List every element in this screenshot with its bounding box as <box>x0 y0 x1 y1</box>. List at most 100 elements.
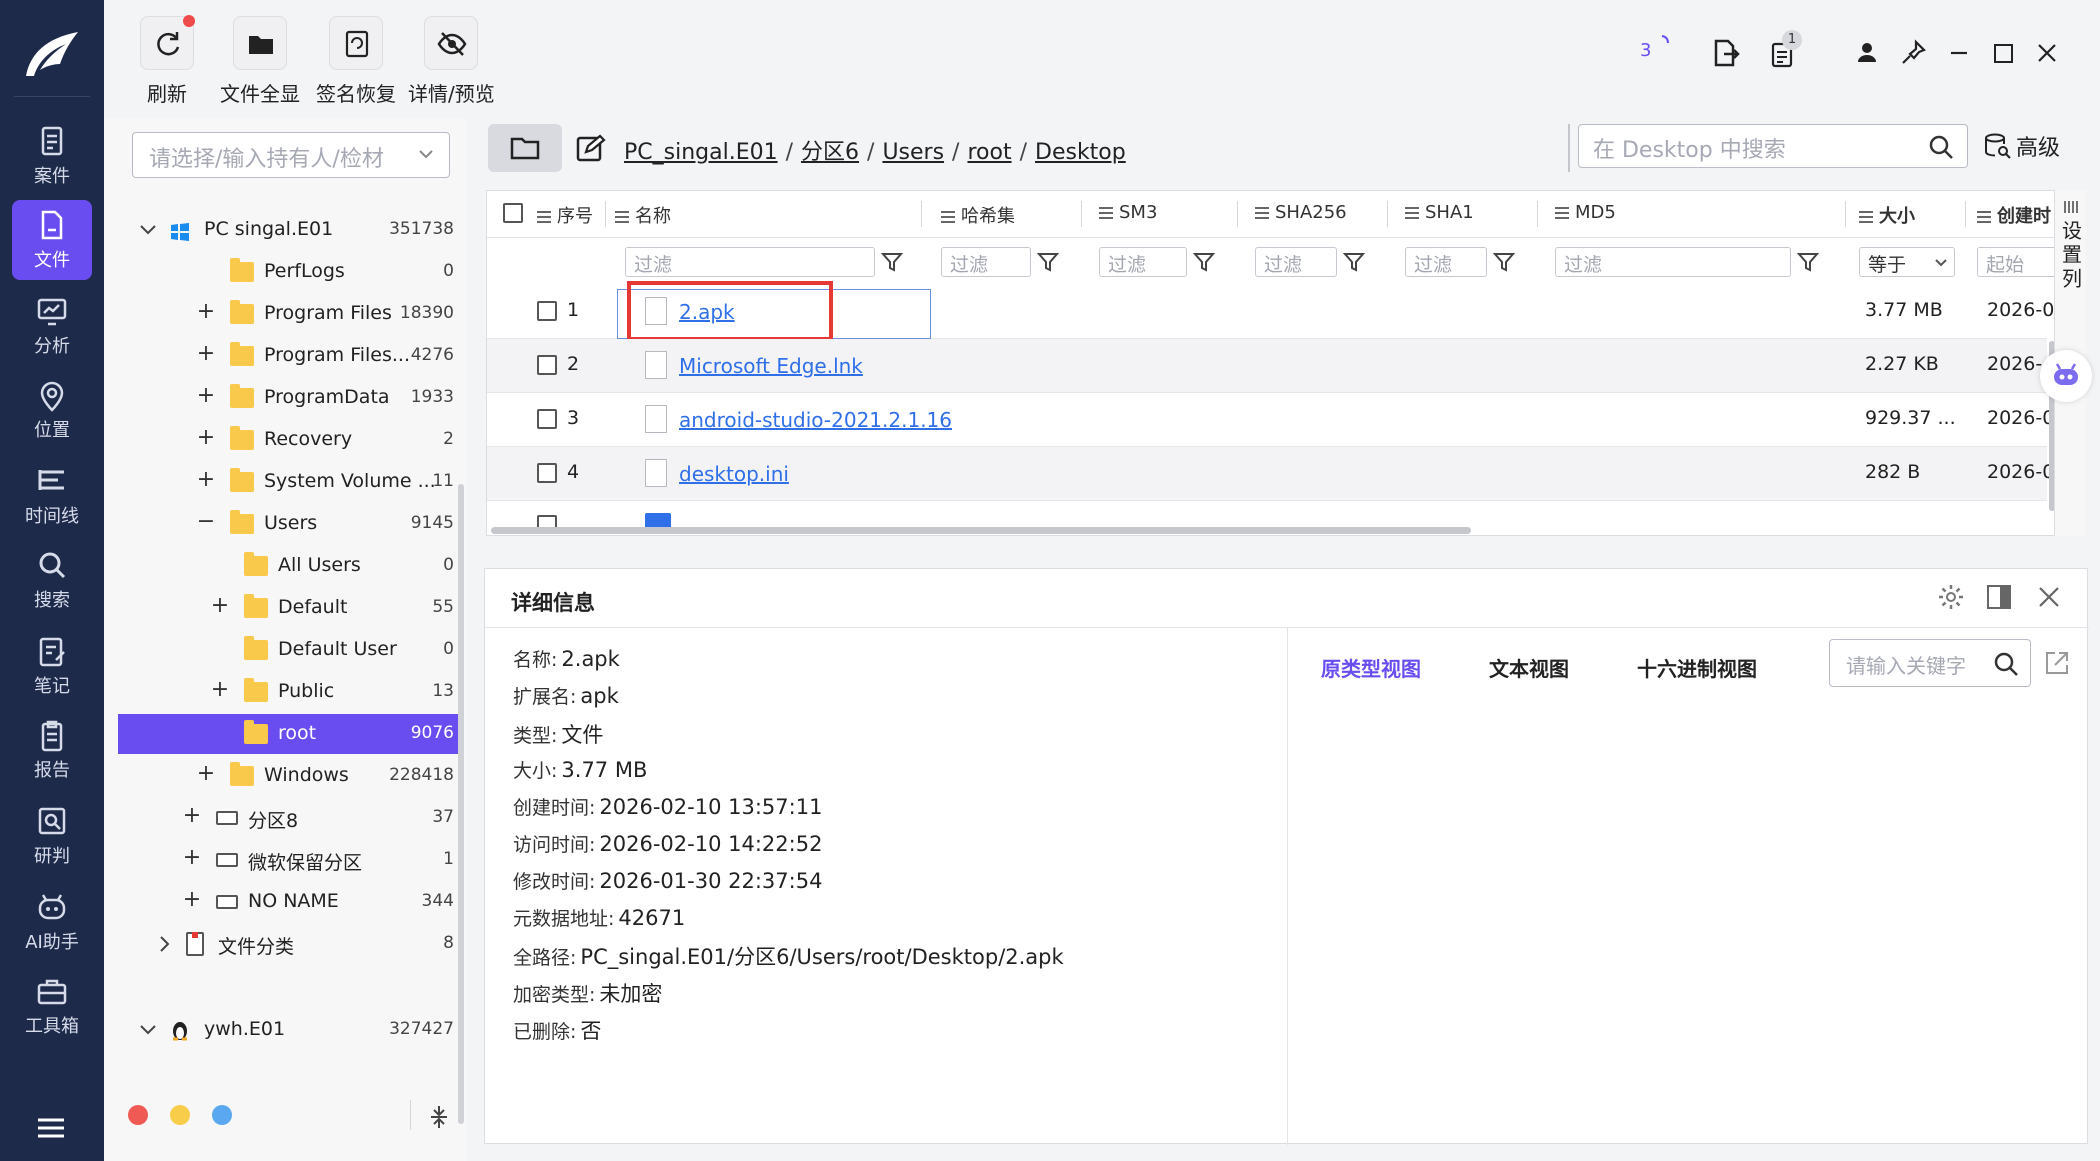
table-row[interactable]: 1 2.apk 3.77 MB 2026-0 <box>487 281 2054 341</box>
file-name-link[interactable]: Microsoft Edge.lnk <box>679 354 863 378</box>
edit-path-icon[interactable] <box>576 134 606 162</box>
refresh-button[interactable]: 刷新 <box>140 15 195 107</box>
chevron-right-icon[interactable] <box>156 934 172 954</box>
column-header-name[interactable]: 名称 <box>615 191 671 237</box>
nav-search[interactable]: 搜索 <box>12 540 92 620</box>
column-header-size[interactable]: 大小 <box>1859 191 1915 237</box>
settings-icon[interactable] <box>1937 583 1965 611</box>
file-name-link[interactable]: android-studio-2021.2.1.16 <box>679 408 952 432</box>
menu-icon[interactable] <box>36 1116 66 1140</box>
nav-analysis[interactable]: 分析 <box>12 286 92 366</box>
row-checkbox[interactable] <box>537 409 557 429</box>
tree-item-folder[interactable]: + Default 55 <box>104 588 458 628</box>
horizontal-scrollbar[interactable] <box>491 527 1471 534</box>
tree-scrollbar[interactable] <box>458 484 464 1124</box>
column-header-sha1[interactable]: SHA1 <box>1405 191 1474 237</box>
expand-icon[interactable]: + <box>182 805 202 827</box>
breadcrumb-item[interactable]: Desktop <box>1035 140 1126 165</box>
tree-item-folder[interactable]: − Users 9145 <box>104 504 458 544</box>
pin-icon[interactable] <box>1898 38 1928 68</box>
owner-select[interactable]: 请选择/输入持有人/检材 <box>132 132 450 178</box>
column-divider[interactable] <box>605 201 606 227</box>
close-icon[interactable] <box>2037 585 2061 609</box>
column-header-created[interactable]: 创建时 <box>1977 191 2051 237</box>
detail-preview-button[interactable]: 详情/预览 <box>408 16 495 107</box>
filter-icon[interactable] <box>1797 251 1819 273</box>
column-header-md5[interactable]: MD5 <box>1555 191 1616 237</box>
column-header-hashset[interactable]: 哈希集 <box>941 191 1015 237</box>
progress-count[interactable]: 3 <box>1640 40 1651 61</box>
maximize-icon[interactable] <box>1988 38 2018 68</box>
tree-item-folder[interactable]: + Recovery 2 <box>104 420 458 460</box>
column-header-sha256[interactable]: SHA256 <box>1255 191 1347 237</box>
column-divider[interactable] <box>1081 201 1082 227</box>
filter-select-size[interactable]: 等于 <box>1859 247 1955 277</box>
tree-item-evidence-linux[interactable]: ywh.E01 327427 <box>104 1010 458 1050</box>
nav-ai-assistant[interactable]: AI助手 <box>12 882 92 962</box>
collapse-all-icon[interactable] <box>428 1104 450 1130</box>
keyword-search-input[interactable]: 请输入关键字 <box>1829 639 2031 687</box>
expand-icon[interactable]: + <box>210 679 230 701</box>
chevron-down-icon[interactable] <box>138 1022 158 1038</box>
split-view-icon[interactable] <box>1985 583 2013 611</box>
tree-item-folder[interactable]: + Windows 228418 <box>104 756 458 796</box>
breadcrumb-item[interactable]: PC_singal.E01 <box>624 140 778 165</box>
filter-icon[interactable] <box>881 251 903 273</box>
expand-icon[interactable]: + <box>182 889 202 911</box>
filter-input-md5[interactable]: 过滤 <box>1555 247 1791 277</box>
tree-item-folder[interactable]: + Program Files... 4276 <box>104 336 458 376</box>
collapse-icon[interactable]: − <box>196 511 216 533</box>
filter-icon[interactable] <box>1193 251 1215 273</box>
table-row[interactable]: 3 android-studio-2021.2.1.16 929.37 ... … <box>487 393 2054 447</box>
nav-judge[interactable]: 研判 <box>12 796 92 876</box>
expand-icon[interactable]: + <box>196 385 216 407</box>
tab-hex-view[interactable]: 十六进制视图 <box>1637 653 1757 682</box>
expand-icon[interactable]: + <box>196 301 216 323</box>
nav-timeline[interactable]: 时间线 <box>12 456 92 536</box>
minimize-icon[interactable] <box>1944 38 1974 68</box>
nav-location[interactable]: 位置 <box>12 370 92 450</box>
filter-icon[interactable] <box>1493 251 1515 273</box>
column-header-seq[interactable]: 序号 <box>537 191 593 237</box>
nav-toolbox[interactable]: 工具箱 <box>12 966 92 1046</box>
open-external-icon[interactable] <box>2043 649 2071 677</box>
expand-icon[interactable]: + <box>210 595 230 617</box>
tree-item-partition[interactable]: + 微软保留分区 1 <box>104 840 458 880</box>
row-checkbox[interactable] <box>537 463 557 483</box>
user-icon[interactable] <box>1852 38 1882 68</box>
tree-item-folder[interactable]: Default User 0 <box>104 630 458 670</box>
table-row[interactable]: 2 Microsoft Edge.lnk 2.27 KB 2026- <box>487 339 2047 393</box>
close-icon[interactable] <box>2032 38 2062 68</box>
filter-input-name[interactable]: 过滤 <box>625 247 875 277</box>
column-divider[interactable] <box>921 201 922 227</box>
status-dot-red[interactable] <box>128 1105 148 1125</box>
tree-item-folder[interactable]: + Program Files 18390 <box>104 294 458 334</box>
advanced-search-button[interactable]: 高级 <box>1984 130 2060 162</box>
chevron-down-icon[interactable] <box>138 222 158 238</box>
nav-report[interactable]: 报告 <box>12 710 92 790</box>
tree-item-partition[interactable]: + NO NAME 344 <box>104 882 458 922</box>
tree-item-partition[interactable]: + 分区8 37 <box>104 798 458 838</box>
file-name-link[interactable]: 2.apk <box>679 300 735 324</box>
expand-icon[interactable]: + <box>196 343 216 365</box>
status-dot-blue[interactable] <box>212 1105 232 1125</box>
column-header-sm3[interactable]: SM3 <box>1099 191 1157 237</box>
tree-item-evidence-pc[interactable]: PC singal.E01 351738 <box>104 210 458 250</box>
expand-icon[interactable]: + <box>196 427 216 449</box>
tree-item-folder[interactable]: + System Volume ... 11 <box>104 462 458 502</box>
tree-item-file-category[interactable]: 文件分类 8 <box>104 924 458 964</box>
breadcrumb-item[interactable]: Users <box>882 140 944 165</box>
table-row[interactable]: 4 desktop.ini 282 B 2026-0 <box>487 447 2054 501</box>
breadcrumb-item[interactable]: root <box>967 140 1011 165</box>
tree-item-folder-selected[interactable]: root 9076 <box>118 714 458 754</box>
nav-note[interactable]: 笔记 <box>12 626 92 706</box>
file-name-link[interactable]: desktop.ini <box>679 462 789 486</box>
breadcrumb-item[interactable]: 分区6 <box>801 140 859 165</box>
column-divider[interactable] <box>1965 201 1966 227</box>
export-icon[interactable] <box>1710 38 1740 68</box>
expand-icon[interactable]: + <box>196 469 216 491</box>
signature-restore-button[interactable]: 签名恢复 <box>316 16 396 107</box>
nav-case[interactable]: 案件 <box>12 116 92 196</box>
column-divider[interactable] <box>1387 201 1388 227</box>
tree-item-folder[interactable]: All Users 0 <box>104 546 458 586</box>
